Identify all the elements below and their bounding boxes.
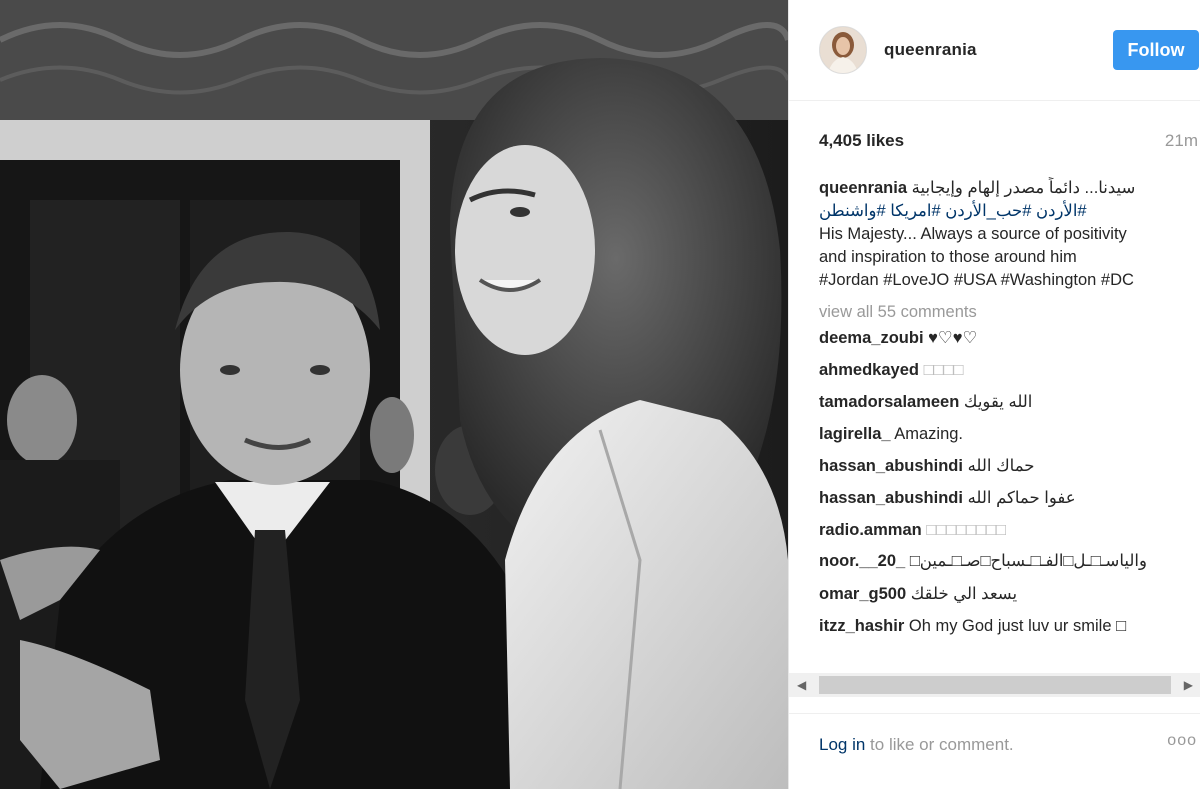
scrollbar-thumb[interactable] [819, 676, 1171, 694]
comment-row: tamadorsalameen الله يقويك [819, 386, 1200, 418]
comment-username[interactable]: itzz_hashir [819, 617, 904, 635]
comments-list[interactable]: queenrania سيدنا... دائماً مصدر إلهام وإ… [819, 177, 1200, 673]
comment-text: □□□□□□□□ [926, 521, 1007, 539]
post-footer: Log in to like or comment. ooo [789, 713, 1200, 789]
comment-text: عفوا حماكم الله [967, 489, 1076, 507]
comment-row: noor.__20_ والياسـ□ـل□الفـ□ـسباح□صـ□ـمين… [819, 546, 1200, 578]
post-sidebar: queenrania Follow 4,405 likes 21m queenr… [788, 0, 1200, 789]
more-options-icon[interactable]: ooo [1167, 732, 1197, 750]
caption-hashtags[interactable]: #Jordan #LoveJO #USA #Washington #DC [819, 269, 1200, 292]
follow-button[interactable]: Follow [1113, 30, 1199, 70]
comment-username[interactable]: deema_zoubi [819, 329, 924, 347]
comment-text: Oh my God just luv ur smile □ [908, 617, 1127, 635]
avatar-image [820, 27, 866, 73]
caption-english-line-1: His Majesty... Always a source of positi… [819, 225, 1127, 243]
caption-username[interactable]: queenrania [819, 179, 907, 197]
horizontal-scrollbar[interactable]: ◀ ▶ [789, 673, 1200, 697]
avatar[interactable] [819, 26, 867, 74]
post-image [0, 0, 788, 789]
comment-text: حماك الله [967, 457, 1035, 475]
caption-line-1: queenrania سيدنا... دائماً مصدر إلهام وإ… [819, 177, 1200, 200]
comment-username[interactable]: ahmedkayed [819, 361, 919, 379]
caption-english-line-2: and inspiration to those around him [819, 248, 1077, 266]
comment-username[interactable]: hassan_abushindi [819, 457, 963, 475]
post-timestamp[interactable]: 21m [1165, 131, 1198, 151]
comment-row: hassan_abushindi حماك الله [819, 450, 1200, 482]
likes-count[interactable]: 4,405 likes [819, 131, 904, 151]
comment-row: ahmedkayed □□□□ [819, 354, 1200, 386]
post-photo [0, 0, 788, 789]
login-prompt-text: to like or comment. [865, 735, 1014, 754]
comment-text: □□□□ [923, 361, 964, 379]
comment-row: itzz_hashir Oh my God just luv ur smile … [819, 610, 1200, 642]
scroll-right-arrow-icon[interactable]: ▶ [1184, 678, 1193, 692]
comment-row: hassan_abushindi عفوا حماكم الله [819, 482, 1200, 514]
comment-text: يسعد الي خلقك [910, 585, 1018, 603]
comment-row: deema_zoubi ♥♡♥♡ [819, 322, 1200, 354]
comment-text: الله يقويك [963, 393, 1033, 411]
view-all-comments-link[interactable]: view all 55 comments [819, 302, 1200, 322]
post-header: queenrania Follow [789, 0, 1200, 101]
comment-text: والياسـ□ـل□الفـ□ـسباح□صـ□ـمين□ [909, 552, 1147, 570]
comment-username[interactable]: radio.amman [819, 521, 922, 539]
login-prompt: Log in to like or comment. [819, 735, 1014, 755]
comment-username[interactable]: omar_g500 [819, 585, 906, 603]
comment-username[interactable]: hassan_abushindi [819, 489, 963, 507]
scroll-left-arrow-icon[interactable]: ◀ [797, 678, 806, 692]
comment-row: lagirella_ Amazing. [819, 418, 1200, 450]
comment-username[interactable]: tamadorsalameen [819, 393, 959, 411]
comment-text: ♥♡♥♡ [928, 329, 978, 347]
comment-username[interactable]: lagirella_ [819, 425, 891, 443]
caption-arabic-hashtags[interactable]: #الأردن #حب_الأردن #امريكا #واشنطن [819, 200, 1200, 223]
comment-username[interactable]: noor.__20_ [819, 552, 905, 570]
comment-row: radio.amman □□□□□□□□ [819, 514, 1200, 546]
username[interactable]: queenrania [884, 40, 977, 60]
caption-arabic-text: سيدنا... دائماً مصدر إلهام وإيجابية [911, 179, 1136, 197]
comment-row: omar_g500 يسعد الي خلقك [819, 578, 1200, 610]
login-link[interactable]: Log in [819, 735, 865, 754]
caption-arabic-hashtags-text[interactable]: #الأردن #حب_الأردن #امريكا #واشنطن [819, 202, 1087, 220]
comment-text: Amazing. [894, 425, 964, 443]
